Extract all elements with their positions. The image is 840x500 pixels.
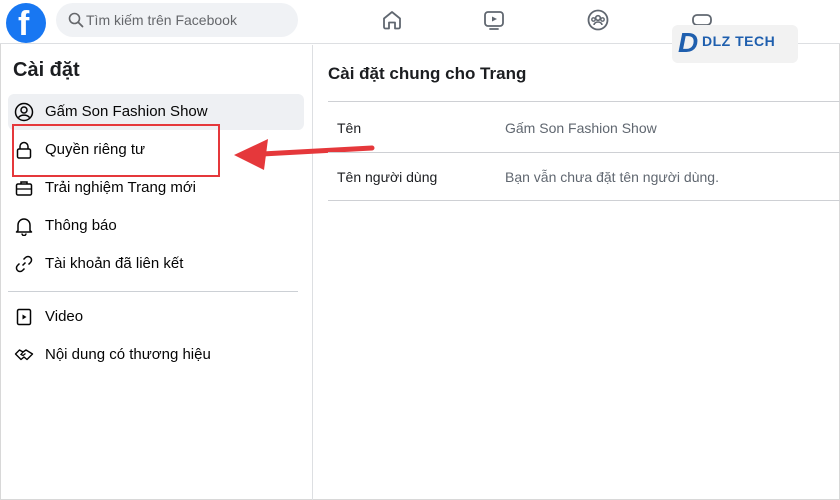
- search-icon: [68, 12, 84, 28]
- sidebar-item-linked-accounts[interactable]: Tài khoản đã liên kết: [8, 246, 304, 282]
- field-label-username: Tên người dùng: [337, 169, 438, 185]
- settings-sidebar: Cài đặt Gấm Son Fashion Show Quyền riêng…: [0, 45, 313, 500]
- sidebar-item-video[interactable]: Video: [8, 299, 304, 335]
- search-box[interactable]: [56, 3, 298, 37]
- field-value-name[interactable]: Gấm Son Fashion Show: [505, 120, 657, 136]
- dlz-tech-watermark: D DLZ TECH: [672, 25, 798, 63]
- divider: [328, 200, 840, 201]
- sidebar-item-label: Nội dung có thương hiệu: [45, 346, 211, 363]
- sidebar-item-branded-content[interactable]: Nội dung có thương hiệu: [8, 337, 304, 373]
- search-input[interactable]: [86, 3, 291, 37]
- home-icon[interactable]: [380, 8, 404, 32]
- sidebar-item-label: Tài khoản đã liên kết: [45, 255, 184, 272]
- privacy-highlight-box: [12, 124, 220, 177]
- bell-icon: [15, 218, 33, 236]
- sidebar-item-label: Thông báo: [45, 217, 117, 234]
- facebook-logo[interactable]: f: [6, 3, 46, 43]
- sidebar-divider: [8, 291, 298, 292]
- divider: [328, 152, 840, 153]
- sidebar-item-notifications[interactable]: Thông báo: [8, 208, 304, 244]
- divider: [328, 101, 840, 102]
- field-value-username[interactable]: Bạn vẫn chưa đặt tên người dùng.: [505, 169, 719, 185]
- sidebar-item-label: Gấm Son Fashion Show: [45, 103, 208, 120]
- video-icon: [16, 308, 32, 326]
- sidebar-item-label: Trải nghiệm Trang mới: [45, 179, 196, 196]
- handshake-icon: [14, 349, 34, 361]
- page-title: Cài đặt chung cho Trang: [328, 64, 527, 83]
- user-circle-icon: [14, 102, 34, 122]
- field-label-name: Tên: [337, 120, 362, 136]
- groups-icon[interactable]: [586, 8, 610, 32]
- briefcase-icon: [15, 181, 33, 196]
- sidebar-title: Cài đặt: [13, 59, 80, 81]
- watch-icon[interactable]: [482, 8, 506, 32]
- link-icon: [15, 255, 33, 273]
- sidebar-item-label: Video: [45, 308, 84, 325]
